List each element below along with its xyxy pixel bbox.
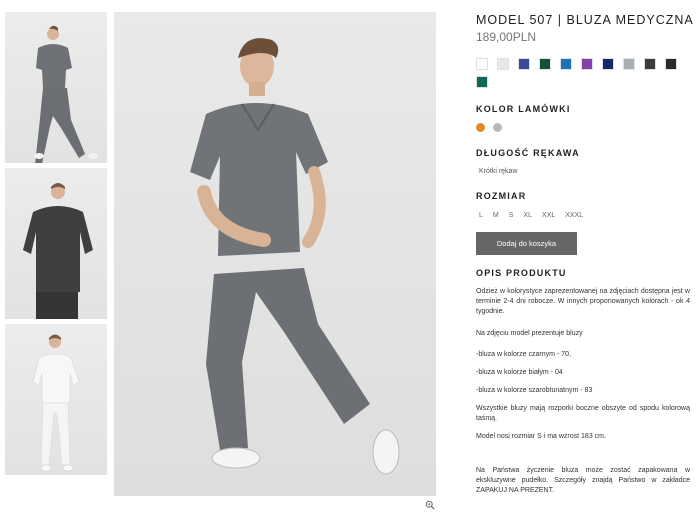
color-swatches bbox=[476, 58, 688, 88]
description-paragraph: Wszystkie bluzy mają rozporki boczne obs… bbox=[476, 405, 690, 422]
size-option[interactable]: XXXL bbox=[565, 211, 583, 220]
sleeve-option-short[interactable]: Krótki rękaw bbox=[476, 167, 690, 176]
piping-color-options bbox=[476, 123, 690, 132]
color-swatch[interactable] bbox=[518, 58, 530, 70]
color-swatch[interactable] bbox=[623, 58, 635, 70]
main-product-image[interactable] bbox=[114, 12, 436, 496]
color-swatch[interactable] bbox=[644, 58, 656, 70]
size-option[interactable]: S bbox=[509, 211, 514, 220]
description-paragraph: -bluza w kolorze białym - 04 bbox=[476, 369, 563, 376]
size-option[interactable]: XL bbox=[523, 211, 532, 220]
description-paragraph: Odzież w kolorystyce zaprezentowanej na … bbox=[476, 288, 690, 315]
description-label: OPIS PRODUKTU bbox=[476, 268, 567, 278]
description-paragraph: -bluza w kolorze czarnym - 70, bbox=[476, 351, 571, 358]
thumbnail-3[interactable] bbox=[5, 324, 107, 475]
piping-color-option[interactable] bbox=[476, 123, 485, 132]
size-label: ROZMIAR bbox=[476, 191, 527, 201]
color-swatch[interactable] bbox=[539, 58, 551, 70]
color-swatch[interactable] bbox=[560, 58, 572, 70]
thumbnail-2[interactable] bbox=[5, 168, 107, 319]
description-paragraph: -bluza w kolorze szarobtunatnym - 83 bbox=[476, 387, 593, 394]
model-front-thumbnail bbox=[23, 183, 93, 319]
color-swatch[interactable] bbox=[476, 58, 488, 70]
color-swatch[interactable] bbox=[665, 58, 677, 70]
size-option[interactable]: M bbox=[493, 211, 499, 220]
sleeve-length-label: DŁUGOŚĆ RĘKAWA bbox=[476, 148, 580, 158]
model-grey-scrubs-illustration bbox=[190, 38, 400, 475]
description-paragraph: Model nosi rozmiar S i ma wzrost 183 cm. bbox=[476, 433, 606, 440]
magnifier-icon[interactable] bbox=[425, 500, 435, 510]
description-paragraph: Na Państwa życzenie bluza może zostać za… bbox=[476, 467, 690, 494]
color-swatch[interactable] bbox=[581, 58, 593, 70]
add-to-cart-button[interactable]: Dodaj do koszyka bbox=[476, 232, 577, 255]
model-walking-thumbnail bbox=[34, 25, 98, 163]
piping-color-label: KOLOR LAMÓWKI bbox=[476, 104, 571, 114]
size-option[interactable]: XXL bbox=[542, 211, 555, 220]
product-info-panel: MODEL 507 | BLUZA MEDYCZNA 189,00PLN KOL… bbox=[476, 12, 694, 496]
product-title: MODEL 507 | BLUZA MEDYCZNA bbox=[476, 13, 694, 27]
model-white-thumbnail bbox=[32, 334, 80, 472]
product-price: 189,00PLN bbox=[476, 30, 537, 44]
description-paragraph: Na zdjęciu model prezentuje bluzy bbox=[476, 330, 583, 337]
piping-color-option[interactable] bbox=[493, 123, 502, 132]
product-description: Odzież w kolorystyce zaprezentowanej na … bbox=[476, 287, 690, 496]
color-swatch[interactable] bbox=[476, 76, 488, 88]
size-option[interactable]: L bbox=[479, 211, 483, 220]
thumbnail-1[interactable] bbox=[5, 12, 107, 163]
color-swatch[interactable] bbox=[497, 58, 509, 70]
color-swatch[interactable] bbox=[602, 58, 614, 70]
size-options: L M S XL XXL XXXL bbox=[476, 211, 690, 220]
